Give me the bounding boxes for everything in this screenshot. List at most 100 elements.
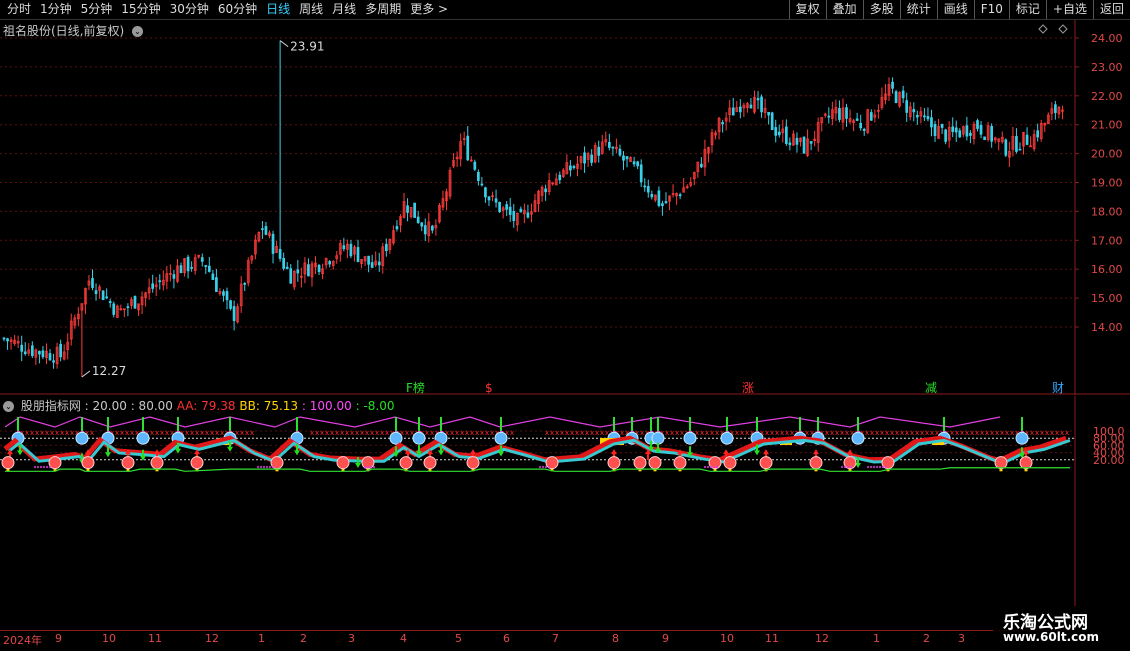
action-button-6[interactable]: 标记	[1008, 0, 1046, 19]
svg-text:x: x	[1030, 429, 1034, 437]
svg-text:x: x	[405, 429, 409, 437]
svg-text:x: x	[995, 429, 999, 437]
candle-body	[105, 296, 109, 299]
svg-text:x: x	[780, 429, 784, 437]
tab-period-9[interactable]: 多周期	[362, 0, 407, 19]
candle-body	[951, 126, 955, 133]
chevron-down-icon[interactable]: ⌄	[132, 26, 144, 37]
tab-period-4[interactable]: 30分钟	[167, 0, 215, 19]
price-tick-label: 16.00	[1091, 263, 1123, 276]
tab-period-10[interactable]: 更多 >	[407, 0, 454, 19]
value-100: : 100.00	[301, 399, 352, 413]
svg-text:x: x	[490, 429, 494, 437]
time-tick-label: 9	[55, 632, 62, 645]
candle-body	[926, 116, 930, 120]
candle-body	[770, 112, 774, 131]
candle-body	[650, 193, 654, 198]
tab-period-3[interactable]: 15分钟	[118, 0, 166, 19]
time-tick-label: 11	[765, 632, 779, 645]
svg-text:x: x	[1065, 429, 1069, 437]
action-button-3[interactable]: 统计	[899, 0, 937, 19]
candle-body	[526, 212, 530, 218]
blue-ball-icon	[494, 431, 508, 445]
red-ball-icon	[607, 456, 621, 470]
event-marker[interactable]: F榜	[406, 380, 425, 395]
svg-text:x: x	[240, 429, 244, 437]
candle-body	[933, 124, 937, 136]
candle-body	[976, 120, 979, 129]
tab-period-7[interactable]: 周线	[296, 0, 329, 19]
tab-period-6[interactable]: 日线	[263, 0, 296, 19]
price-tick-label: 15.00	[1091, 292, 1123, 305]
candle-body	[317, 264, 321, 272]
svg-text:x: x	[30, 429, 34, 437]
svg-text:x: x	[130, 429, 134, 437]
tab-period-2[interactable]: 5分钟	[78, 0, 119, 19]
candle-body	[777, 131, 781, 136]
price-tick-label: 22.00	[1091, 90, 1123, 103]
candle-body	[420, 222, 424, 227]
event-marker[interactable]: $	[485, 381, 493, 395]
tab-period-5[interactable]: 60分钟	[215, 0, 263, 19]
action-button-4[interactable]: 画线	[936, 0, 974, 19]
event-marker[interactable]: 涨	[742, 380, 754, 395]
action-button-1[interactable]: 叠加	[825, 0, 863, 19]
svg-text:x: x	[215, 429, 219, 437]
time-tick-label: 2	[300, 632, 307, 645]
candle-body	[891, 81, 894, 89]
red-ball-icon	[994, 456, 1008, 470]
time-tick-label: 10	[102, 632, 116, 645]
candle-body	[370, 262, 374, 268]
candle-body	[94, 290, 98, 295]
red-ball-icon	[881, 456, 895, 470]
action-button-0[interactable]: 复权	[788, 0, 826, 19]
candle-body	[607, 141, 611, 148]
action-button-2[interactable]: 多股	[862, 0, 900, 19]
tab-period-1[interactable]: 1分钟	[37, 0, 78, 19]
candle-body	[285, 266, 289, 269]
event-marker[interactable]: 减	[925, 381, 937, 395]
svg-text:x: x	[155, 429, 159, 437]
svg-text:x: x	[195, 429, 199, 437]
red-ball-icon	[336, 456, 350, 470]
candle-body	[512, 211, 516, 221]
time-tick-label: 10	[720, 632, 734, 645]
candle-body	[215, 277, 218, 292]
price-tick-label: 20.00	[1091, 148, 1123, 161]
tab-period-8[interactable]: 月线	[329, 0, 362, 19]
event-marker[interactable]: 财	[1052, 381, 1064, 395]
candle-body	[859, 122, 863, 129]
svg-text:x: x	[325, 429, 329, 437]
action-button-7[interactable]: +自选	[1045, 0, 1093, 19]
candle-body	[20, 344, 24, 352]
svg-text:x: x	[765, 429, 769, 437]
candle-body	[1025, 134, 1029, 145]
svg-text:x: x	[60, 429, 64, 437]
svg-text:x: x	[740, 429, 744, 437]
candle-body	[1018, 148, 1022, 151]
candle-body	[278, 248, 282, 259]
indicator-chart[interactable]: 100.080.0060.0040.0020.00x x x x x x x x x x x x x x x…	[0, 396, 1130, 630]
candle-body	[544, 188, 547, 193]
candle-body	[845, 107, 848, 119]
candle-body	[519, 208, 523, 213]
svg-text:x: x	[1005, 429, 1009, 437]
candle-body	[158, 280, 162, 283]
svg-text:x: x	[45, 429, 49, 437]
tab-period-0[interactable]: 分时	[4, 0, 37, 19]
price-chart[interactable]: 24.00 23.00 22.00 21.00 20.00 19.00 18.00 17.00…	[0, 20, 1130, 395]
candle-body	[466, 135, 470, 161]
indicator-title: ⌄ 股朋指标网 : 20.00 : 80.00 AA: 79.38 BB: 75…	[3, 397, 394, 414]
candle-body	[423, 225, 427, 235]
svg-text:x: x	[770, 429, 774, 437]
candle-body	[622, 155, 625, 161]
svg-text:x: x	[550, 429, 554, 437]
svg-text:x: x	[375, 429, 379, 437]
svg-text:x: x	[115, 429, 119, 437]
svg-text:x: x	[65, 429, 69, 437]
svg-text:x: x	[735, 429, 739, 437]
candle-body	[838, 108, 841, 120]
action-button-8[interactable]: 返回	[1092, 0, 1130, 19]
action-button-5[interactable]: F10	[973, 0, 1009, 19]
chevron-down-icon[interactable]: ⌄	[3, 401, 14, 412]
